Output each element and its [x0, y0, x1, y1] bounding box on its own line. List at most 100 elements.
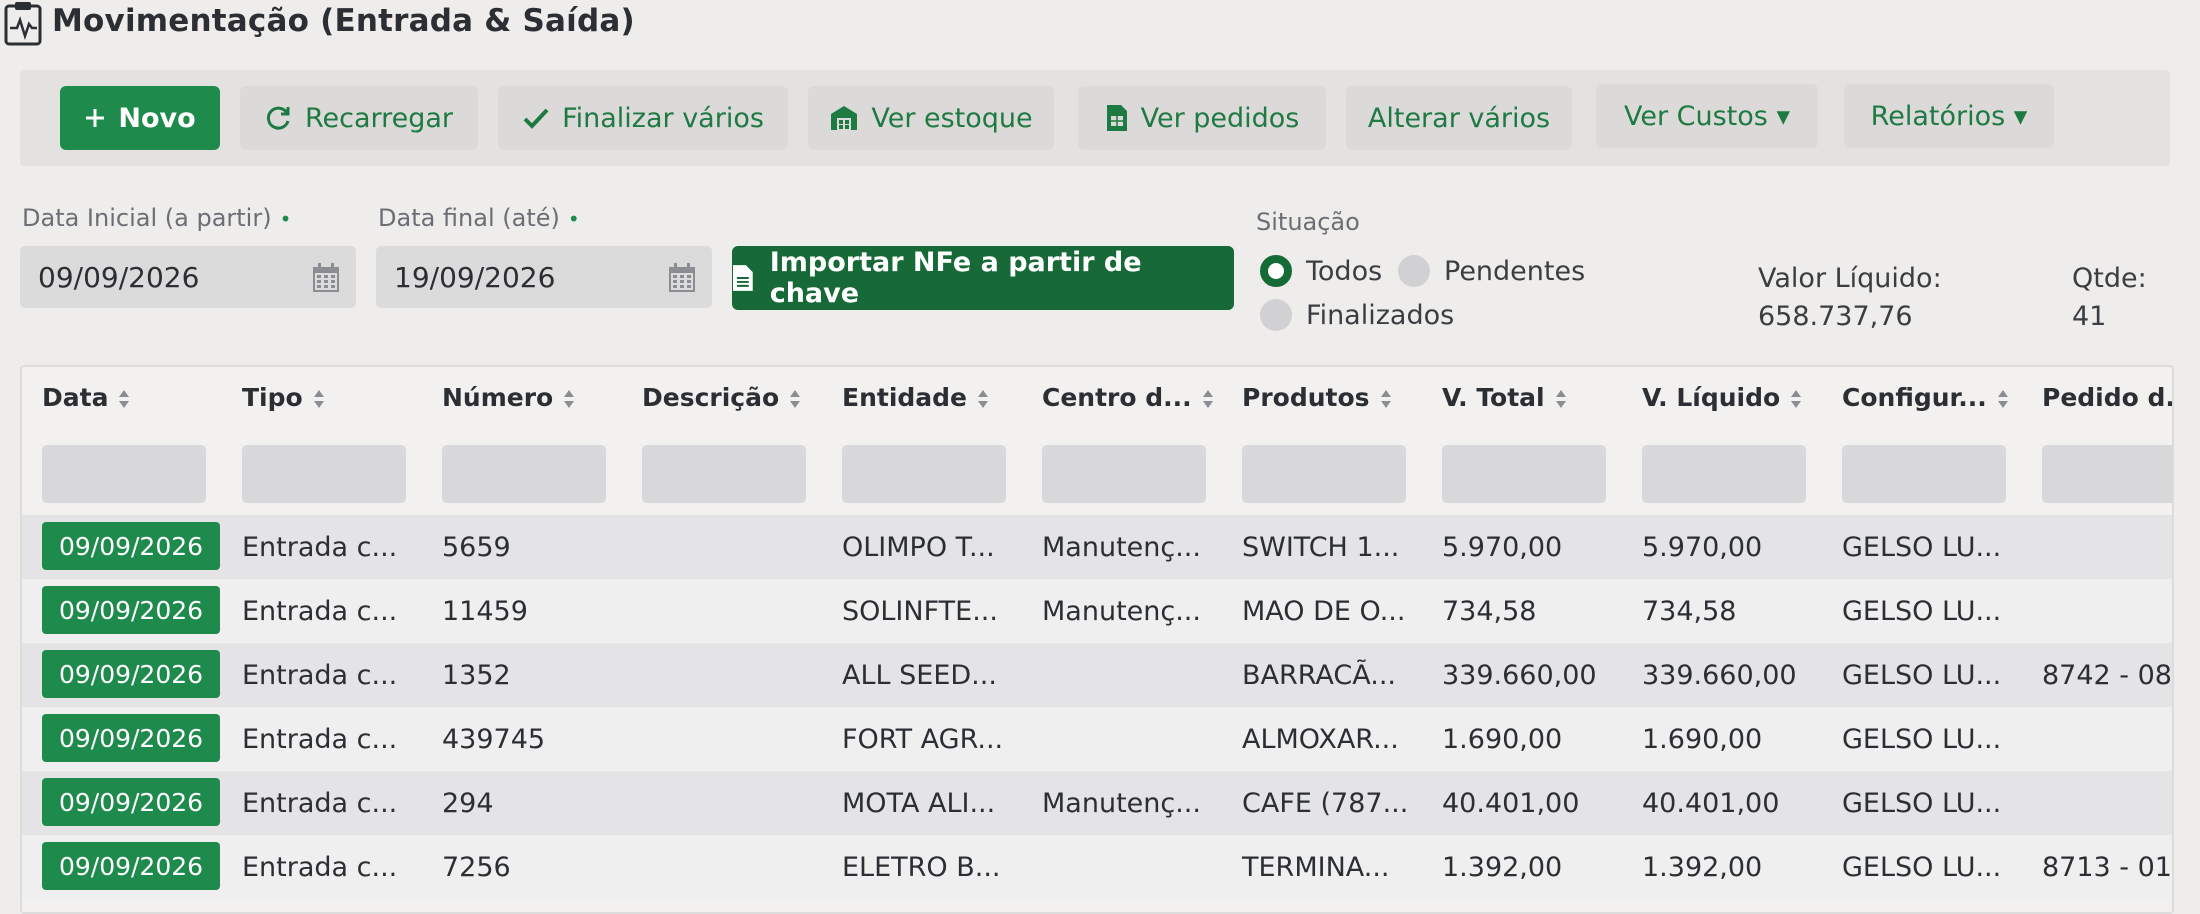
view-orders-button[interactable]: Ver pedidos [1078, 86, 1326, 150]
column-filter-input[interactable] [242, 445, 406, 503]
column-header-label: Configur... [1842, 383, 1987, 412]
movements-table: Data Tipo Número Descrição Entidade Centro d.… [20, 365, 2174, 914]
end-date-field[interactable]: 19/09/2026 [376, 246, 712, 308]
table-row[interactable]: 09/09/2026 Entrada c... 294 MOTA ALI... Manu… [22, 771, 2172, 835]
page-title: Movimentação (Entrada & Saída) [52, 3, 635, 39]
clipboard-pulse-icon [4, 2, 42, 46]
sort-icon[interactable] [1555, 387, 1567, 409]
start-date-label-text: Data Inicial (a partir) [22, 204, 272, 232]
column-header[interactable]: Descrição [642, 383, 801, 412]
start-date-field[interactable]: 09/09/2026 [20, 246, 356, 308]
column-filter-input[interactable] [2042, 445, 2172, 503]
column-header-label: V. Total [1442, 383, 1545, 412]
table-cell: Manutenç... [1042, 531, 1201, 563]
sort-icon[interactable] [1380, 387, 1392, 409]
sort-icon[interactable] [977, 387, 989, 409]
column-header[interactable]: Tipo [242, 383, 325, 412]
calendar-icon[interactable] [312, 263, 340, 293]
column-header[interactable]: V. Total [1442, 383, 1567, 412]
column-filter-input[interactable] [42, 445, 206, 503]
end-date-label-text: Data final (até) [378, 204, 560, 232]
date-badge: 09/09/2026 [42, 714, 220, 762]
table-cell: Entrada c... [242, 851, 398, 883]
refresh-icon [266, 106, 290, 130]
sort-icon[interactable] [1997, 387, 2009, 409]
plus-icon [86, 109, 105, 127]
column-header[interactable]: Entidade [842, 383, 989, 412]
table-row[interactable]: 09/09/2026 Entrada c... 11459 SOLINFTE... Ma… [22, 579, 2172, 643]
radio-finalizados[interactable]: Finalizados [1260, 299, 1454, 331]
view-costs-label: Ver Custos ▾ [1623, 100, 1790, 132]
table-row[interactable]: 09/09/2026 Entrada c... 7256 ELETRO B... TER… [22, 835, 2172, 899]
table-cell: 40.401,00 [1642, 787, 1780, 819]
column-header[interactable]: Produtos [1242, 383, 1392, 412]
table-cell: 5.970,00 [1642, 531, 1763, 563]
table-cell: 5.970,00 [1442, 531, 1563, 563]
sort-icon[interactable] [789, 387, 801, 409]
column-header-label: Número [442, 383, 554, 412]
import-nfe-button[interactable]: Importar NFe a partir de chave [732, 246, 1234, 310]
change-multiple-label: Alterar vários [1367, 102, 1551, 134]
finalize-multiple-label: Finalizar vários [562, 102, 764, 134]
radio-checked-icon [1260, 255, 1292, 287]
table-cell: SWITCH 1... [1242, 531, 1400, 563]
column-filter-input[interactable] [1642, 445, 1806, 503]
table-row[interactable]: 09/09/2026 Entrada c... 1352 ALL SEED... BAR… [22, 643, 2172, 707]
table-cell: Entrada c... [242, 787, 398, 819]
column-header[interactable]: V. Líquido [1642, 383, 1802, 412]
net-value-summary: Valor Líquido: 658.737,76 [1758, 260, 1942, 336]
sort-icon[interactable] [313, 387, 325, 409]
column-filter-input[interactable] [442, 445, 606, 503]
date-badge: 09/09/2026 [42, 842, 220, 890]
end-date-label: Data final (até) • [378, 204, 580, 232]
check-icon [523, 108, 549, 129]
reload-button[interactable]: Recarregar [240, 86, 478, 150]
column-header-label: Data [42, 383, 109, 412]
view-stock-button[interactable]: Ver estoque [808, 86, 1054, 150]
table-row[interactable]: 09/09/2026 Entrada c... 5659 OLIMPO T... Man… [22, 515, 2172, 579]
column-header[interactable]: Centro d... [1042, 383, 1214, 412]
column-filter-input[interactable] [1842, 445, 2006, 503]
required-marker: • [567, 207, 580, 231]
new-button[interactable]: Novo [60, 86, 220, 150]
quantity-summary: Qtde: 41 [2072, 260, 2147, 336]
change-multiple-button[interactable]: Alterar vários [1346, 86, 1572, 150]
column-filter-input[interactable] [1042, 445, 1206, 503]
finalize-multiple-button[interactable]: Finalizar vários [498, 86, 788, 150]
reports-dropdown[interactable]: Relatórios ▾ [1844, 84, 2054, 148]
column-header-label: Descrição [642, 383, 780, 412]
sort-icon[interactable] [1202, 387, 1214, 409]
column-header[interactable]: Configur... [1842, 383, 2009, 412]
table-cell: GELSO LU... [1842, 531, 2002, 563]
view-costs-dropdown[interactable]: Ver Custos ▾ [1596, 84, 1818, 148]
table-cell: 1.392,00 [1442, 851, 1563, 883]
sort-icon[interactable] [1790, 387, 1802, 409]
column-filter-input[interactable] [642, 445, 806, 503]
table-cell: FORT AGR... [842, 723, 1004, 755]
column-filter-input[interactable] [842, 445, 1006, 503]
table-cell: TERMINA... [1242, 851, 1390, 883]
table-cell: 734,58 [1442, 595, 1537, 627]
sort-icon[interactable] [118, 387, 130, 409]
sort-icon[interactable] [563, 387, 575, 409]
radio-todos[interactable]: Todos [1260, 255, 1382, 287]
column-header[interactable]: Pedido d... [2042, 383, 2172, 412]
column-header[interactable]: Número [442, 383, 575, 412]
column-filter-input[interactable] [1242, 445, 1406, 503]
column-filter-input[interactable] [1442, 445, 1606, 503]
view-orders-label: Ver pedidos [1140, 102, 1300, 134]
date-badge: 09/09/2026 [42, 522, 220, 570]
table-cell: BARRACÃ... [1242, 659, 1397, 691]
radio-pendentes[interactable]: Pendentes [1398, 255, 1585, 287]
spreadsheet-file-icon [1106, 105, 1127, 131]
radio-finalizados-label: Finalizados [1306, 299, 1455, 331]
column-header-label: Centro d... [1042, 383, 1192, 412]
table-cell: 8742 - 08 [2042, 659, 2172, 691]
calendar-icon[interactable] [668, 263, 696, 293]
situation-label: Situação [1256, 208, 1360, 236]
column-header[interactable]: Data [42, 383, 130, 412]
table-cell: GELSO LU... [1842, 723, 2002, 755]
table-cell: GELSO LU... [1842, 787, 2002, 819]
table-cell: Entrada c... [242, 659, 398, 691]
table-row[interactable]: 09/09/2026 Entrada c... 439745 FORT AGR... A… [22, 707, 2172, 771]
